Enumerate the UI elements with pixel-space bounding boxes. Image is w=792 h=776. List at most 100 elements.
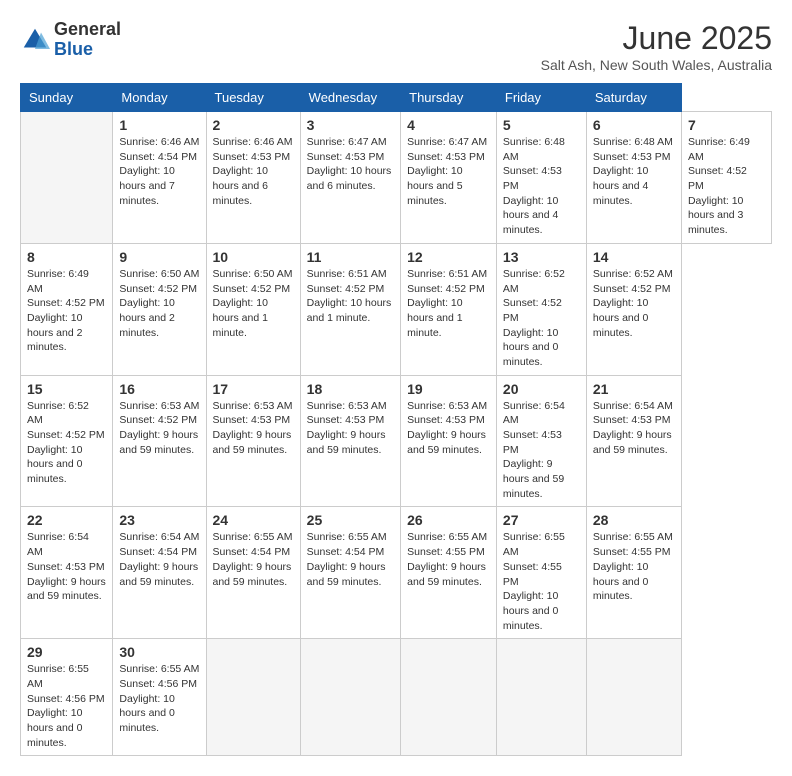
logo-general-text: General (54, 20, 121, 40)
week-row-2: 8 Sunrise: 6:49 AMSunset: 4:52 PMDaylight… (21, 243, 772, 375)
day-info: Sunrise: 6:46 AMSunset: 4:54 PMDaylight:… (119, 135, 199, 208)
week-row-5: 29 Sunrise: 6:55 AMSunset: 4:56 PMDayligh… (21, 639, 772, 756)
calendar-cell: 9 Sunrise: 6:50 AMSunset: 4:52 PMDaylight… (113, 243, 206, 375)
location: Salt Ash, New South Wales, Australia (541, 57, 772, 73)
calendar-cell (496, 639, 586, 756)
day-info: Sunrise: 6:51 AMSunset: 4:52 PMDaylight:… (407, 267, 490, 340)
calendar-cell: 6 Sunrise: 6:48 AMSunset: 4:53 PMDaylight… (586, 112, 681, 244)
calendar-cell: 11 Sunrise: 6:51 AMSunset: 4:52 PMDayligh… (300, 243, 400, 375)
day-info: Sunrise: 6:47 AMSunset: 4:53 PMDaylight:… (307, 135, 394, 194)
day-number: 25 (307, 512, 394, 528)
day-info: Sunrise: 6:55 AMSunset: 4:55 PMDaylight:… (503, 530, 580, 633)
day-info: Sunrise: 6:54 AMSunset: 4:53 PMDaylight:… (503, 399, 580, 502)
calendar-cell: 1 Sunrise: 6:46 AMSunset: 4:54 PMDaylight… (113, 112, 206, 244)
day-info: Sunrise: 6:51 AMSunset: 4:52 PMDaylight:… (307, 267, 394, 326)
calendar-cell: 12 Sunrise: 6:51 AMSunset: 4:52 PMDayligh… (401, 243, 497, 375)
calendar-header-saturday: Saturday (586, 84, 681, 112)
calendar-cell: 2 Sunrise: 6:46 AMSunset: 4:53 PMDaylight… (206, 112, 300, 244)
calendar-cell: 4 Sunrise: 6:47 AMSunset: 4:53 PMDaylight… (401, 112, 497, 244)
day-number: 17 (213, 381, 294, 397)
month-title: June 2025 (541, 20, 772, 57)
day-info: Sunrise: 6:46 AMSunset: 4:53 PMDaylight:… (213, 135, 294, 208)
calendar-header-tuesday: Tuesday (206, 84, 300, 112)
calendar-cell: 24 Sunrise: 6:55 AMSunset: 4:54 PMDayligh… (206, 507, 300, 639)
day-number: 28 (593, 512, 675, 528)
calendar-cell: 25 Sunrise: 6:55 AMSunset: 4:54 PMDayligh… (300, 507, 400, 639)
day-info: Sunrise: 6:54 AMSunset: 4:54 PMDaylight:… (119, 530, 199, 589)
day-info: Sunrise: 6:55 AMSunset: 4:56 PMDaylight:… (27, 662, 106, 750)
day-info: Sunrise: 6:55 AMSunset: 4:56 PMDaylight:… (119, 662, 199, 735)
title-block: June 2025 Salt Ash, New South Wales, Aus… (541, 20, 772, 73)
calendar-cell: 8 Sunrise: 6:49 AMSunset: 4:52 PMDaylight… (21, 243, 113, 375)
day-info: Sunrise: 6:48 AMSunset: 4:53 PMDaylight:… (593, 135, 675, 208)
day-number: 14 (593, 249, 675, 265)
day-info: Sunrise: 6:47 AMSunset: 4:53 PMDaylight:… (407, 135, 490, 208)
day-info: Sunrise: 6:49 AMSunset: 4:52 PMDaylight:… (688, 135, 765, 238)
page-header: General Blue June 2025 Salt Ash, New Sou… (20, 20, 772, 73)
week-row-1: 1 Sunrise: 6:46 AMSunset: 4:54 PMDaylight… (21, 112, 772, 244)
calendar-cell: 15 Sunrise: 6:52 AMSunset: 4:52 PMDayligh… (21, 375, 113, 507)
logo-blue-text: Blue (54, 40, 121, 60)
day-number: 20 (503, 381, 580, 397)
calendar-cell: 22Sunrise: 6:54 AMSunset: 4:53 PMDayligh… (21, 507, 113, 639)
day-info: Sunrise: 6:52 AMSunset: 4:52 PMDaylight:… (27, 399, 106, 487)
day-info: Sunrise: 6:55 AMSunset: 4:54 PMDaylight:… (213, 530, 294, 589)
day-number: 26 (407, 512, 490, 528)
calendar-cell: 30Sunrise: 6:55 AMSunset: 4:56 PMDayligh… (113, 639, 206, 756)
logo-icon (20, 25, 50, 55)
day-info: Sunrise: 6:53 AMSunset: 4:53 PMDaylight:… (407, 399, 490, 458)
calendar-cell: 14 Sunrise: 6:52 AMSunset: 4:52 PMDayligh… (586, 243, 681, 375)
day-number: 9 (119, 249, 199, 265)
calendar-cell: 10Sunrise: 6:50 AMSunset: 4:52 PMDayligh… (206, 243, 300, 375)
calendar-cell: 27Sunrise: 6:55 AMSunset: 4:55 PMDayligh… (496, 507, 586, 639)
day-number: 16 (119, 381, 199, 397)
week-row-4: 22Sunrise: 6:54 AMSunset: 4:53 PMDayligh… (21, 507, 772, 639)
day-number: 7 (688, 117, 765, 133)
calendar-cell: 3 Sunrise: 6:47 AMSunset: 4:53 PMDaylight… (300, 112, 400, 244)
calendar-cell: 19Sunrise: 6:53 AMSunset: 4:53 PMDayligh… (401, 375, 497, 507)
day-info: Sunrise: 6:52 AMSunset: 4:52 PMDaylight:… (593, 267, 675, 340)
day-info: Sunrise: 6:50 AMSunset: 4:52 PMDaylight:… (213, 267, 294, 340)
day-number: 12 (407, 249, 490, 265)
calendar-cell: 26Sunrise: 6:55 AMSunset: 4:55 PMDayligh… (401, 507, 497, 639)
calendar-cell: 7 Sunrise: 6:49 AMSunset: 4:52 PMDaylight… (681, 112, 771, 244)
calendar-header-thursday: Thursday (401, 84, 497, 112)
day-info: Sunrise: 6:55 AMSunset: 4:55 PMDaylight:… (593, 530, 675, 603)
calendar-cell (21, 112, 113, 244)
day-number: 2 (213, 117, 294, 133)
calendar-cell: 20 Sunrise: 6:54 AMSunset: 4:53 PMDayligh… (496, 375, 586, 507)
day-number: 21 (593, 381, 675, 397)
day-info: Sunrise: 6:55 AMSunset: 4:54 PMDaylight:… (307, 530, 394, 589)
day-number: 1 (119, 117, 199, 133)
calendar-cell: 16 Sunrise: 6:53 AMSunset: 4:52 PMDayligh… (113, 375, 206, 507)
calendar-cell: 13Sunrise: 6:52 AMSunset: 4:52 PMDayligh… (496, 243, 586, 375)
day-number: 4 (407, 117, 490, 133)
calendar-cell (206, 639, 300, 756)
day-number: 8 (27, 249, 106, 265)
calendar-cell (401, 639, 497, 756)
day-info: Sunrise: 6:50 AMSunset: 4:52 PMDaylight:… (119, 267, 199, 340)
day-info: Sunrise: 6:53 AMSunset: 4:53 PMDaylight:… (307, 399, 394, 458)
calendar-table: SundayMondayTuesdayWednesdayThursdayFrid… (20, 83, 772, 756)
calendar-header-monday: Monday (113, 84, 206, 112)
day-number: 22 (27, 512, 106, 528)
calendar-header-row: SundayMondayTuesdayWednesdayThursdayFrid… (21, 84, 772, 112)
day-number: 15 (27, 381, 106, 397)
day-info: Sunrise: 6:49 AMSunset: 4:52 PMDaylight:… (27, 267, 106, 355)
day-number: 24 (213, 512, 294, 528)
calendar-header-wednesday: Wednesday (300, 84, 400, 112)
calendar-header-friday: Friday (496, 84, 586, 112)
day-number: 11 (307, 249, 394, 265)
calendar-cell (586, 639, 681, 756)
calendar-cell: 18 Sunrise: 6:53 AMSunset: 4:53 PMDayligh… (300, 375, 400, 507)
day-number: 3 (307, 117, 394, 133)
calendar-cell: 21Sunrise: 6:54 AMSunset: 4:53 PMDayligh… (586, 375, 681, 507)
day-info: Sunrise: 6:53 AMSunset: 4:52 PMDaylight:… (119, 399, 199, 458)
day-number: 6 (593, 117, 675, 133)
day-info: Sunrise: 6:48 AMSunset: 4:53 PMDaylight:… (503, 135, 580, 238)
day-number: 29 (27, 644, 106, 660)
calendar-cell: 29 Sunrise: 6:55 AMSunset: 4:56 PMDayligh… (21, 639, 113, 756)
day-number: 18 (307, 381, 394, 397)
day-number: 5 (503, 117, 580, 133)
logo: General Blue (20, 20, 121, 60)
